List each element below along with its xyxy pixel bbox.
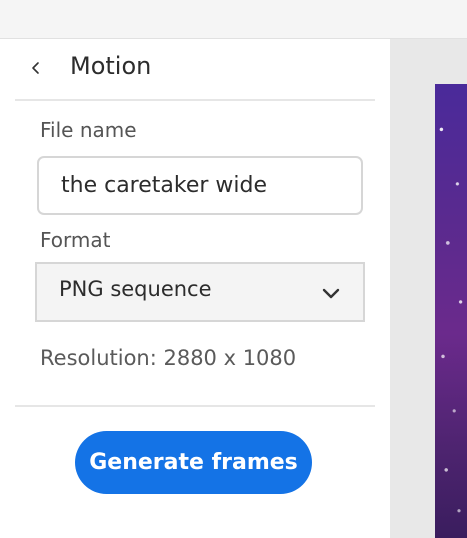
resolution-text: Resolution: 2880 x 1080: [40, 346, 297, 370]
canvas-preview-image: [435, 84, 467, 538]
chevron-left-icon: [29, 60, 43, 79]
footer-divider: [15, 405, 375, 407]
chevron-down-icon: [321, 284, 341, 302]
format-label: Format: [40, 228, 111, 252]
header-divider: [15, 99, 375, 101]
top-bar: [0, 0, 467, 39]
file-name-label: File name: [40, 118, 137, 142]
format-selected-value: PNG sequence: [59, 277, 212, 301]
format-select[interactable]: PNG sequence: [35, 262, 365, 322]
file-name-input[interactable]: [37, 156, 363, 215]
generate-frames-button[interactable]: Generate frames: [75, 431, 312, 494]
panel-title: Motion: [70, 52, 152, 80]
back-button[interactable]: [22, 55, 50, 83]
